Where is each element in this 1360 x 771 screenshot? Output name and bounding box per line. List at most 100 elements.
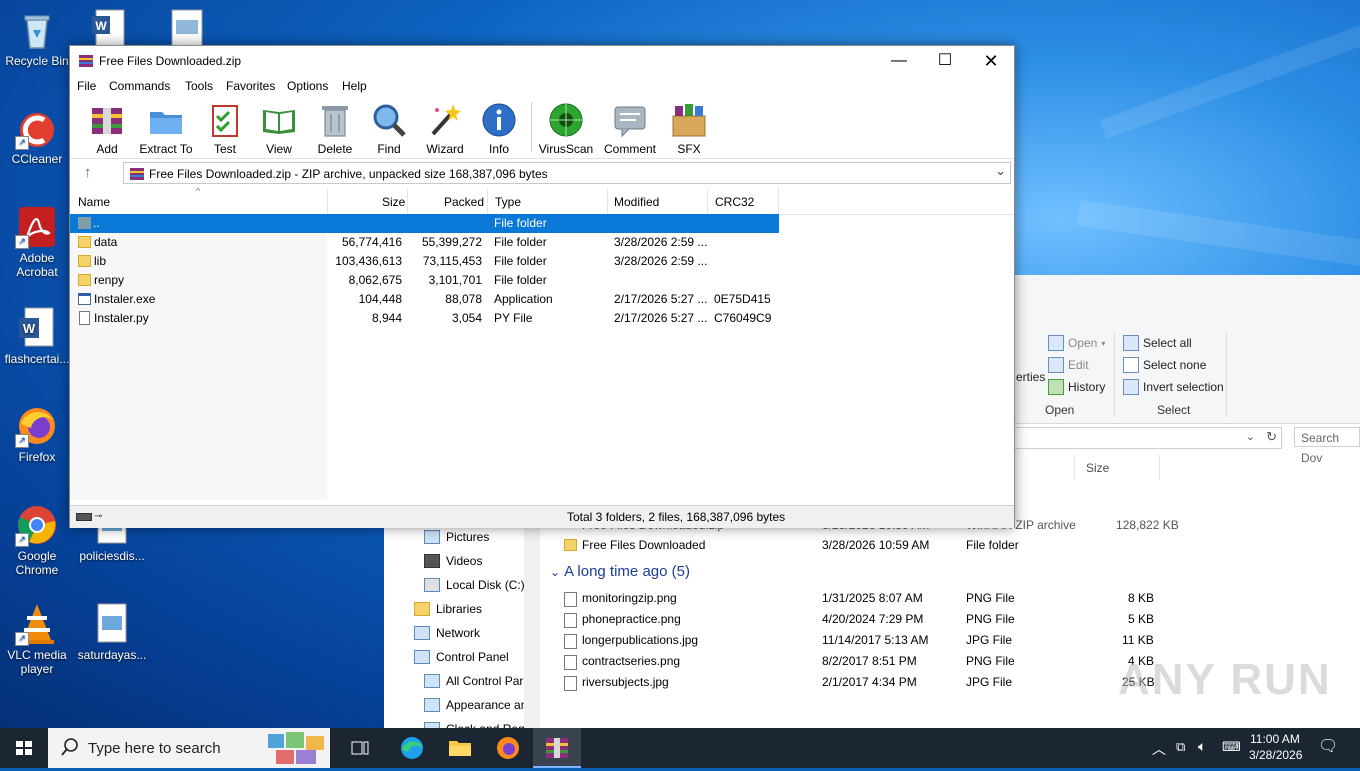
notification-icon[interactable]: 🗨︎ [1318, 736, 1338, 756]
nav-item-libraries[interactable]: Libraries [414, 602, 482, 616]
network-tray-icon[interactable]: ⧉ [1176, 739, 1185, 755]
select-all-button[interactable]: Select all [1123, 335, 1192, 351]
archive-path-dropdown[interactable]: Free Files Downloaded.zip - ZIP archive,… [123, 162, 1011, 184]
start-button[interactable] [0, 728, 48, 768]
clock-time[interactable]: 11:00 AM [1250, 732, 1300, 746]
exe-file-icon [78, 293, 91, 305]
refresh-icon[interactable]: ↻ [1266, 429, 1277, 445]
keyboard-icon[interactable]: ⌨ [1222, 739, 1241, 755]
close-button[interactable]: ✕ [968, 46, 1014, 76]
column-header-size[interactable]: Size [1086, 461, 1109, 475]
nav-item-videos[interactable]: Videos [424, 554, 482, 568]
up-arrow-icon[interactable]: ↑ [84, 164, 92, 181]
clock-date[interactable]: 3/28/2026 [1249, 748, 1302, 762]
appearance-icon [424, 698, 440, 712]
list-item[interactable]: phonepractice.png 4/20/2024 7:29 PM PNG … [548, 609, 1348, 630]
taskbar-file-explorer[interactable] [440, 728, 480, 768]
select-all-icon [1123, 335, 1139, 351]
open-button[interactable]: Open ▾ [1048, 335, 1105, 351]
test-button[interactable]: Test [197, 102, 253, 156]
extract-to-button[interactable]: Extract To [138, 102, 194, 156]
column-header: Name ^ Size Packed Type Modified CRC32 [70, 186, 1014, 215]
column-packed[interactable]: Packed [444, 195, 484, 209]
table-row[interactable]: renpy 8,062,675 3,101,701 File folder [70, 271, 779, 290]
taskbar-edge[interactable] [392, 728, 432, 768]
watermark-logo: ANY RUN [1118, 655, 1332, 704]
show-hidden-icons-chevron-icon[interactable]: ︿ [1152, 739, 1166, 759]
column-crc32[interactable]: CRC32 [715, 195, 754, 209]
add-button[interactable]: Add [79, 102, 135, 156]
group-header[interactable]: ⌄ A long time ago (5) [550, 563, 690, 580]
task-view-icon [351, 741, 369, 755]
svg-text:W: W [95, 19, 107, 33]
search-icon [60, 737, 80, 760]
desktop-icon-ccleaner[interactable]: ↗ CCleaner [0, 106, 74, 166]
table-row[interactable]: data 56,774,416 55,399,272 File folder 3… [70, 233, 779, 252]
menu-commands[interactable]: Commands [109, 79, 170, 93]
nav-scrollbar[interactable] [524, 525, 540, 728]
nav-item-control-panel[interactable]: Control Panel [414, 650, 509, 664]
minimize-button[interactable]: — [876, 46, 922, 76]
invert-selection-button[interactable]: Invert selection [1123, 379, 1224, 395]
comment-button[interactable]: Comment [602, 102, 658, 156]
menu-tools[interactable]: Tools [185, 79, 213, 93]
sfx-button[interactable]: SFX [661, 102, 717, 156]
desktop-icon-vlc[interactable]: ↗ VLC media player [0, 602, 74, 676]
folder-icon [449, 741, 471, 756]
info-button[interactable]: Info [471, 102, 527, 156]
edit-button[interactable]: Edit [1048, 357, 1089, 373]
address-bar[interactable]: ⌄ ↻ [1014, 427, 1282, 449]
virusscan-button[interactable]: VirusScan [538, 102, 594, 156]
nav-item-pictures[interactable]: Pictures [424, 530, 489, 544]
menu-favorites[interactable]: Favorites [226, 79, 275, 93]
magnifier-icon [371, 102, 407, 138]
chevron-down-icon[interactable]: ⌄ [995, 163, 1006, 179]
menu-help[interactable]: Help [342, 79, 367, 93]
delete-button[interactable]: Delete [307, 102, 363, 156]
table-row[interactable]: lib 103,436,613 73,115,453 File folder 3… [70, 252, 779, 271]
desktop-icon-flashcert[interactable]: W flashcertai... [0, 306, 74, 366]
list-item[interactable]: Free Files Downloaded 3/28/2026 10:59 AM… [548, 535, 1348, 556]
maximize-button[interactable]: ☐ [922, 46, 968, 76]
nav-item-network[interactable]: Network [414, 626, 480, 640]
column-size[interactable]: Size [382, 195, 405, 209]
desktop-icon-chrome[interactable]: ↗ Google Chrome [0, 503, 74, 577]
select-none-button[interactable]: Select none [1123, 357, 1206, 373]
recycle-bin-icon [15, 8, 59, 52]
history-button[interactable]: History [1048, 379, 1105, 395]
taskbar-winrar[interactable] [533, 728, 581, 768]
select-group-label: Select [1157, 403, 1191, 417]
list-item[interactable]: longerpublications.jpg 11/14/2017 5:13 A… [548, 630, 1348, 651]
column-type[interactable]: Type [495, 195, 521, 209]
menu-options[interactable]: Options [287, 79, 328, 93]
table-row[interactable]: Instaler.py 8,944 3,054 PY File 2/17/202… [70, 309, 779, 328]
task-view-button[interactable] [340, 728, 380, 768]
column-modified[interactable]: Modified [614, 195, 659, 209]
title-bar[interactable]: Free Files Downloaded.zip — ☐ ✕ [70, 46, 1014, 76]
menu-file[interactable]: File [77, 79, 96, 93]
column-name[interactable]: Name [78, 195, 110, 209]
desktop-icon-recycle-bin[interactable]: Recycle Bin [0, 8, 74, 68]
nav-item-local-disk[interactable]: Local Disk (C:) [424, 578, 525, 592]
desktop-icon-acrobat[interactable]: ↗ Adobe Acrobat [0, 205, 74, 279]
desktop-icon-label: flashcertai... [4, 352, 70, 366]
desktop-icon-firefox[interactable]: ↗ Firefox [0, 404, 74, 464]
wizard-button[interactable]: Wizard [417, 102, 473, 156]
status-text: Total 3 folders, 2 files, 168,387,096 by… [567, 510, 786, 524]
list-item[interactable]: monitoringzip.png 1/31/2025 8:07 AM PNG … [548, 588, 1348, 609]
view-button[interactable]: View [251, 102, 307, 156]
taskbar-firefox[interactable] [488, 728, 528, 768]
table-row[interactable]: Instaler.exe 104,448 88,078 Application … [70, 290, 779, 309]
table-row[interactable]: .. File folder [70, 214, 779, 233]
taskbar-search-box[interactable]: Type here to search [48, 728, 330, 768]
chevron-down-icon[interactable]: ⌄ [1246, 430, 1255, 443]
search-input[interactable]: Search Dov [1294, 427, 1360, 465]
volume-icon[interactable]: 🔈︎ [1198, 738, 1206, 755]
find-button[interactable]: Find [361, 102, 417, 156]
nav-item-appearance[interactable]: Appearance an [424, 698, 527, 712]
desktop-icon-saturdayas[interactable]: saturdayas... [75, 602, 149, 662]
menu-bar: File Commands Tools Favorites Options He… [70, 76, 1014, 96]
libraries-icon [414, 602, 430, 616]
pictures-icon [424, 530, 440, 544]
nav-item-all-control-panel[interactable]: All Control Par [424, 674, 523, 688]
